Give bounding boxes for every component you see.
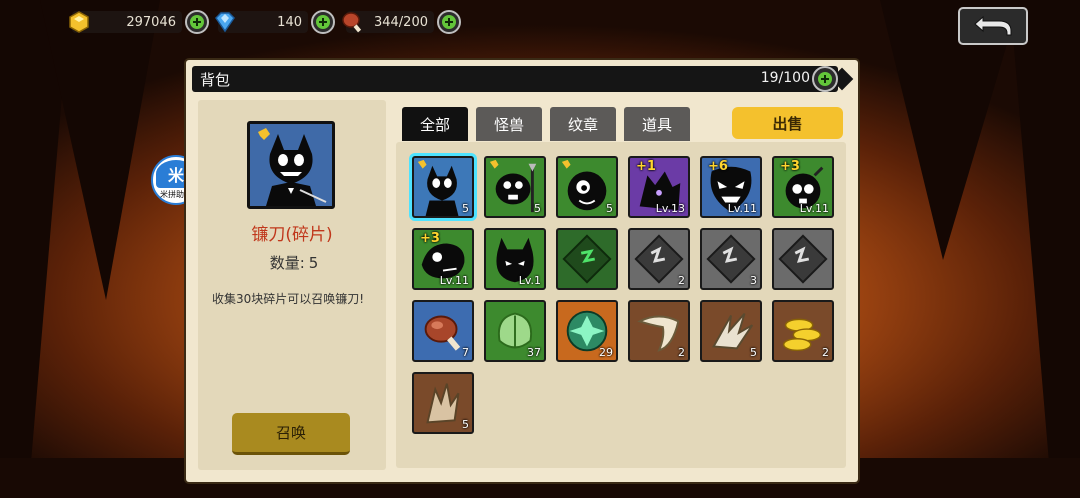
upgrade-plus-label: +1: [636, 159, 656, 174]
backpack-panel: 背包 19/100 镰刀(碎片) 数量: 5 收集30块碎片可以召唤镰刀! 召唤 …: [186, 60, 858, 482]
gold-counter: 297046: [66, 9, 209, 35]
level-label: Lv.11: [727, 202, 757, 215]
item-count: 7: [462, 346, 469, 359]
item-name: 镰刀(碎片): [251, 225, 333, 245]
add-gold-button[interactable]: [185, 10, 209, 34]
inventory-slot[interactable]: +3 Lv.11: [772, 156, 834, 218]
inventory-slot[interactable]: 5: [484, 156, 546, 218]
selected-item-preview: [247, 121, 335, 209]
expand-capacity-button[interactable]: [812, 66, 838, 92]
inventory-slot[interactable]: +3 Lv.11: [412, 228, 474, 290]
item-detail-pane: 镰刀(碎片) 数量: 5 收集30块碎片可以召唤镰刀! 召唤: [198, 100, 386, 470]
inventory-slot[interactable]: Lv.1: [484, 228, 546, 290]
inventory-slot[interactable]: 5: [412, 372, 474, 434]
level-label: Lv.11: [439, 274, 469, 287]
level-label: Lv.1: [518, 274, 541, 287]
inventory-slot[interactable]: 2: [628, 300, 690, 362]
item-count: 3: [750, 274, 757, 287]
inventory-slot[interactable]: 3: [700, 228, 762, 290]
gray-emblem-icon: [778, 234, 828, 284]
item-count: 2: [822, 346, 829, 359]
item-count: 5: [606, 202, 613, 215]
category-tabs: 全部 怪兽 纹章 道具: [402, 107, 690, 141]
tab-all[interactable]: 全部: [402, 107, 468, 141]
upgrade-plus-label: +3: [420, 231, 440, 246]
meat-counter: 344/200: [340, 9, 461, 35]
summon-button[interactable]: 召唤: [232, 413, 350, 455]
inventory-slot[interactable]: +6 Lv.11: [700, 156, 762, 218]
inventory-grid: 5 5 5 +1 Lv.13 +6 Lv.11 +3 Lv.11 +3 Lv.11 Lv.1 2 3 7 37…: [396, 142, 846, 468]
meat-drumstick-icon: [340, 9, 366, 35]
upgrade-plus-label: +3: [780, 159, 800, 174]
panel-titlebar: 背包 19/100: [192, 66, 854, 92]
item-count: 5: [462, 202, 469, 215]
gold-gem-icon: [66, 9, 92, 35]
panel-title: 背包: [200, 70, 231, 89]
capacity-count: 19/100: [760, 70, 810, 86]
item-count: 5: [534, 202, 541, 215]
upgrade-plus-label: +6: [708, 159, 728, 174]
tab-emblems[interactable]: 纹章: [550, 107, 616, 141]
inventory-slot[interactable]: [772, 228, 834, 290]
tab-monsters[interactable]: 怪兽: [476, 107, 542, 141]
item-count: 29: [599, 346, 613, 359]
inventory-slot[interactable]: 2: [772, 300, 834, 362]
sell-button[interactable]: 出售: [732, 107, 843, 139]
item-description: 收集30块碎片可以召唤镰刀!: [212, 292, 365, 306]
inventory-slot[interactable]: 37: [484, 300, 546, 362]
green-emblem-icon: [562, 234, 612, 284]
back-button[interactable]: [958, 7, 1028, 45]
item-count: 2: [678, 346, 685, 359]
inventory-slot[interactable]: +1 Lv.13: [628, 156, 690, 218]
item-count: 5: [750, 346, 757, 359]
inventory-slot[interactable]: 2: [628, 228, 690, 290]
inventory-slot[interactable]: 5: [700, 300, 762, 362]
item-count: 37: [527, 346, 541, 359]
level-label: Lv.13: [655, 202, 685, 215]
diamond-counter: 140: [212, 9, 335, 35]
add-diamond-button[interactable]: [311, 10, 335, 34]
cat-bat-fragment-icon: [250, 124, 332, 206]
quantity-value: 5: [308, 254, 319, 272]
quantity-label: 数量:: [269, 254, 305, 272]
inventory-slot[interactable]: 5: [412, 156, 474, 218]
return-arrow-icon: [974, 15, 1012, 36]
inventory-slot[interactable]: [556, 228, 618, 290]
item-count: 2: [678, 274, 685, 287]
inventory-slot[interactable]: 7: [412, 300, 474, 362]
item-count: 5: [462, 418, 469, 431]
blue-diamond-icon: [212, 9, 238, 35]
level-label: Lv.11: [799, 202, 829, 215]
inventory-slot[interactable]: 29: [556, 300, 618, 362]
add-meat-button[interactable]: [437, 10, 461, 34]
inventory-slot[interactable]: 5: [556, 156, 618, 218]
tab-items[interactable]: 道具: [624, 107, 690, 141]
item-quantity: 数量: 5: [198, 252, 386, 273]
